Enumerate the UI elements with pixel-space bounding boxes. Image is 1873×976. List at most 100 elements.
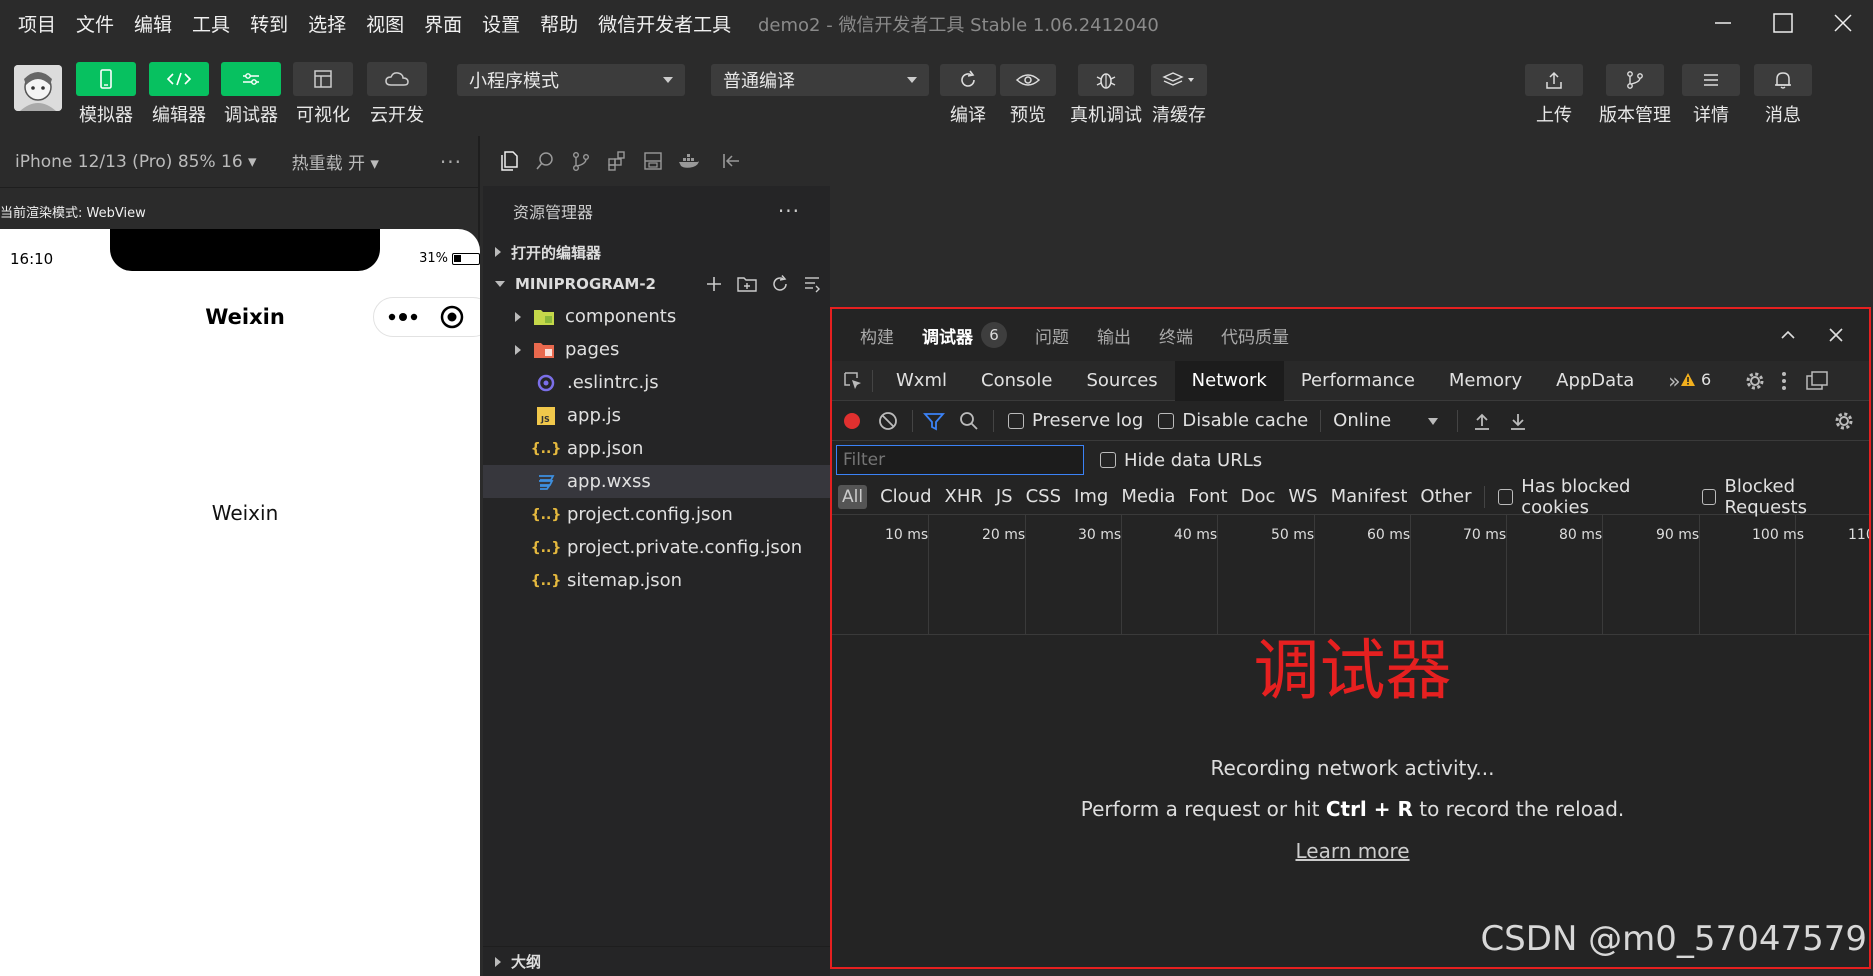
checkbox-box[interactable] (1498, 488, 1514, 505)
avatar[interactable] (14, 65, 62, 111)
tab-code-quality[interactable]: 代码质量 (1221, 323, 1289, 348)
version-button[interactable] (1606, 64, 1664, 96)
menu-devtools[interactable]: 微信开发者工具 (588, 10, 741, 37)
simulator-more-button[interactable]: ··· (440, 150, 462, 174)
capsule-menu[interactable] (373, 297, 480, 337)
refresh-icon[interactable] (770, 274, 790, 294)
simulator-toggle[interactable]: 模拟器 (75, 62, 137, 127)
type-filter-font[interactable]: Font (1188, 486, 1227, 507)
tab-debugger[interactable]: 调试器 6 (922, 322, 1007, 348)
phone-screen[interactable]: 16:10 31% Weixin Weixin (0, 229, 480, 976)
compile-mode-select[interactable]: 普通编译 (711, 64, 929, 96)
export-har-icon[interactable] (1508, 411, 1528, 431)
checkbox-box[interactable] (1100, 452, 1116, 468)
tab-sources[interactable]: Sources (1069, 361, 1174, 401)
compile-control[interactable]: 编译 (937, 62, 999, 127)
simulator-button[interactable] (76, 62, 136, 96)
messages-button[interactable] (1754, 64, 1812, 96)
blocked-cookies-checkbox[interactable]: Has blocked cookies (1498, 476, 1687, 518)
filter-input[interactable] (836, 445, 1084, 475)
capsule-close-icon[interactable] (440, 305, 464, 329)
debugger-button[interactable] (221, 62, 281, 96)
tab-network[interactable]: Network (1174, 360, 1284, 401)
learn-more-link[interactable]: Learn more (832, 839, 1869, 863)
menu-view[interactable]: 视图 (356, 10, 414, 37)
tree-item-components[interactable]: components (483, 300, 830, 333)
menu-interface[interactable]: 界面 (414, 10, 472, 37)
preview-button[interactable] (1000, 64, 1056, 96)
new-folder-icon[interactable] (736, 274, 758, 294)
kebab-menu-icon[interactable] (1780, 370, 1788, 392)
tree-item-pages[interactable]: pages (483, 333, 830, 366)
network-settings-gear-icon[interactable] (1833, 410, 1855, 432)
clear-icon[interactable] (878, 411, 898, 431)
maximize-button[interactable] (1753, 0, 1813, 46)
type-filter-img[interactable]: Img (1074, 486, 1108, 507)
type-filter-all[interactable]: All (838, 484, 868, 509)
mode-select[interactable]: 小程序模式 (457, 64, 685, 96)
tab-output[interactable]: 输出 (1097, 323, 1131, 348)
menu-settings[interactable]: 设置 (472, 10, 530, 37)
cloud-toggle[interactable]: 云开发 (366, 62, 428, 127)
type-filter-manifest[interactable]: Manifest (1331, 486, 1408, 507)
preserve-log-checkbox[interactable]: Preserve log (1008, 410, 1143, 431)
explorer-tab[interactable] (491, 136, 527, 186)
tree-item-project-private-config[interactable]: {..} project.private.config.json (483, 531, 830, 564)
tree-item-eslintrc[interactable]: .eslintrc.js (483, 366, 830, 399)
visual-button[interactable] (293, 62, 353, 96)
details-button[interactable] (1682, 64, 1740, 96)
minimize-button[interactable] (1693, 0, 1753, 46)
type-filter-ws[interactable]: WS (1288, 486, 1317, 507)
hide-data-urls-checkbox[interactable]: Hide data URLs (1100, 450, 1262, 471)
source-control-tab[interactable] (563, 136, 599, 186)
remote-debug-control[interactable]: 真机调试 (1070, 62, 1142, 127)
filter-icon[interactable] (923, 411, 945, 431)
upload-control[interactable]: 上传 (1523, 62, 1585, 127)
tab-build[interactable]: 构建 (860, 323, 894, 348)
hot-reload-select[interactable]: 热重载 开 ▾ (292, 149, 379, 174)
collapse-panel-tab[interactable] (713, 136, 749, 186)
type-filter-other[interactable]: Other (1420, 486, 1471, 507)
throttling-select[interactable]: Online (1333, 410, 1439, 431)
device-select[interactable]: iPhone 12/13 (Pro) 85% 16 ▾ (15, 152, 257, 172)
outline-section[interactable]: 大纲 (483, 946, 830, 976)
search-tab[interactable] (527, 136, 563, 186)
tab-wxml[interactable]: Wxml (879, 361, 964, 401)
menu-file[interactable]: 文件 (66, 10, 124, 37)
blocked-requests-checkbox[interactable]: Blocked Requests (1701, 476, 1869, 518)
clear-cache-control[interactable]: 清缓存 (1148, 62, 1210, 127)
undock-icon[interactable] (1805, 370, 1829, 392)
preview-control[interactable]: 预览 (997, 62, 1059, 127)
remote-debug-button[interactable] (1078, 64, 1134, 96)
messages-control[interactable]: 消息 (1752, 62, 1814, 127)
editor-toggle[interactable]: 编辑器 (148, 62, 210, 127)
type-filter-xhr[interactable]: XHR (945, 486, 983, 507)
inspect-element-icon[interactable] (842, 370, 864, 392)
open-editors-section[interactable]: 打开的编辑器 (483, 236, 830, 268)
explorer-more-button[interactable]: ··· (778, 199, 800, 223)
disable-cache-checkbox[interactable]: Disable cache (1158, 410, 1308, 431)
type-filter-media[interactable]: Media (1121, 486, 1175, 507)
checkbox-box[interactable] (1158, 412, 1175, 429)
editor-button[interactable] (149, 62, 209, 96)
close-panel-icon[interactable] (1826, 325, 1846, 345)
cloud-button[interactable] (367, 62, 427, 96)
more-dots-icon[interactable] (388, 312, 418, 322)
visual-toggle[interactable]: 可视化 (292, 62, 354, 127)
clear-cache-button[interactable] (1151, 64, 1207, 96)
debugger-toggle[interactable]: 调试器 (220, 62, 282, 127)
type-filter-css[interactable]: CSS (1026, 486, 1061, 507)
type-filter-js[interactable]: JS (996, 486, 1013, 507)
tree-item-app-wxss[interactable]: app.wxss (483, 465, 830, 498)
tab-performance[interactable]: Performance (1284, 361, 1432, 401)
warnings-counter[interactable]: 6 (1680, 370, 1711, 389)
tab-problems[interactable]: 问题 (1035, 323, 1069, 348)
tab-terminal[interactable]: 终端 (1159, 323, 1193, 348)
menu-edit[interactable]: 编辑 (124, 10, 182, 37)
tab-memory[interactable]: Memory (1432, 361, 1539, 401)
menu-tools[interactable]: 工具 (182, 10, 240, 37)
search-icon[interactable] (959, 411, 979, 431)
tree-item-project-config[interactable]: {..} project.config.json (483, 498, 830, 531)
menu-project[interactable]: 项目 (0, 10, 66, 37)
record-icon[interactable] (842, 411, 862, 431)
